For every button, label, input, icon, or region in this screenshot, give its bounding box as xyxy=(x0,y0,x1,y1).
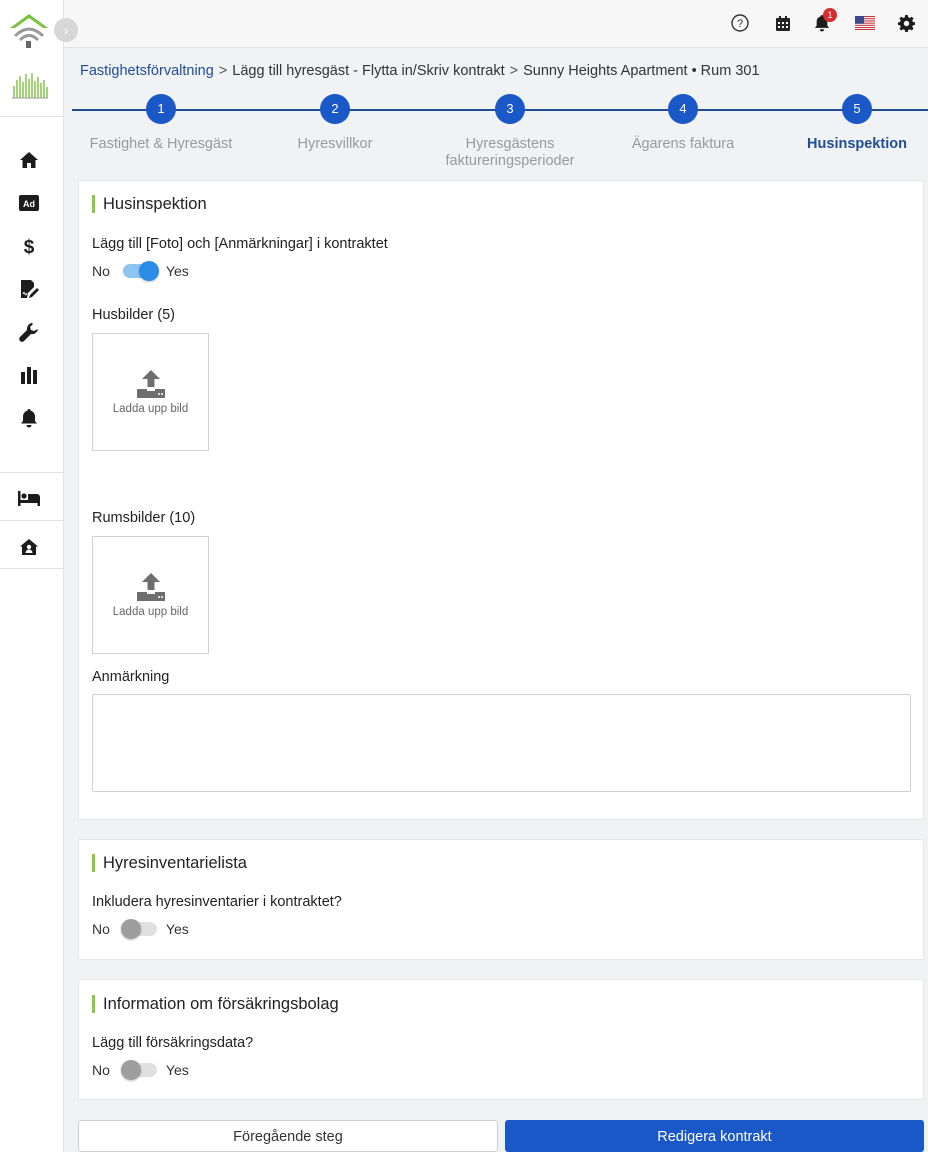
notification-count-badge: 1 xyxy=(823,8,837,22)
toggle-no-label: No xyxy=(92,921,110,937)
inventory-title: Hyresinventarielista xyxy=(92,854,247,872)
toggle-yes-label: Yes xyxy=(165,921,189,937)
toggle-no-label: No xyxy=(92,263,110,279)
step-number[interactable]: 2 xyxy=(320,94,350,124)
insurance-question: Lägg till försäkringsdata? xyxy=(92,1035,254,1051)
breadcrumb-separator: > xyxy=(509,63,519,79)
svg-text:Ad: Ad xyxy=(23,199,35,209)
upload-icon xyxy=(136,370,165,398)
step-3[interactable]: 3 Hyresgästens faktureringsperioder xyxy=(420,94,600,170)
gear-icon[interactable] xyxy=(895,12,917,34)
breadcrumb: Fastighetsförvaltning > Lägg till hyresgäs… xyxy=(80,63,760,79)
step-number[interactable]: 1 xyxy=(146,94,176,124)
sidebar-divider xyxy=(0,520,64,521)
step-1[interactable]: 1 Fastighet & Hyresgäst xyxy=(71,94,251,153)
toggle-no-label: No xyxy=(92,1062,110,1078)
breadcrumb-location: Sunny Heights Apartment • Rum 301 xyxy=(523,63,760,79)
top-bar: ? 1 xyxy=(64,0,928,48)
sidebar-divider xyxy=(0,116,64,117)
step-5[interactable]: 5 Husinspektion xyxy=(767,94,928,153)
toggle-yes-label: Yes xyxy=(165,1062,189,1078)
sidebar: › Ad $ xyxy=(0,0,78,1152)
inventory-toggle-row: No Yes xyxy=(92,919,189,939)
previous-step-button[interactable]: Föregående steg xyxy=(78,1120,498,1152)
inspection-toggle[interactable] xyxy=(122,261,159,281)
inventory-toggle[interactable] xyxy=(120,919,157,939)
upload-text: Ladda upp bild xyxy=(112,606,189,618)
breadcrumb-separator: > xyxy=(218,63,228,79)
contract-sign-icon[interactable] xyxy=(17,277,41,301)
insurance-card: Information om försäkringsbolag Lägg til… xyxy=(78,979,924,1100)
breadcrumb-root-link[interactable]: Fastighetsförvaltning xyxy=(80,63,214,79)
inspection-question: Lägg till [Foto] och [Anmärkningar] i ko… xyxy=(92,236,388,252)
wrench-icon[interactable] xyxy=(17,320,41,344)
step-number[interactable]: 3 xyxy=(495,94,525,124)
step-label: Hyresgästens faktureringsperioder xyxy=(445,136,575,169)
brand-logo xyxy=(10,68,50,104)
svg-text:$: $ xyxy=(24,237,35,256)
step-label: Ägarens faktura xyxy=(631,136,735,152)
notification-bell-button[interactable]: 1 xyxy=(811,8,837,34)
inspection-title: Husinspektion xyxy=(92,195,207,213)
upload-text: Ladda upp bild xyxy=(112,403,189,415)
edit-contract-button[interactable]: Redigera kontrakt xyxy=(505,1120,924,1152)
help-circle-icon[interactable]: ? xyxy=(729,12,751,34)
house-images-label: Husbilder (5) xyxy=(92,307,175,323)
toggle-yes-label: Yes xyxy=(165,263,189,279)
step-label: Hyresvillkor xyxy=(297,136,373,152)
dollar-icon[interactable]: $ xyxy=(17,234,41,258)
remark-textarea[interactable] xyxy=(92,694,911,792)
inventory-question: Inkludera hyresinventarier i kontraktet? xyxy=(92,894,342,910)
step-label-active: Husinspektion xyxy=(807,136,907,152)
calendar-icon[interactable] xyxy=(772,12,794,34)
toggle-knob xyxy=(120,1060,141,1080)
inspection-toggle-row: No Yes xyxy=(92,261,189,281)
inspection-card: Husinspektion Lägg till [Foto] och [Anmä… xyxy=(78,180,924,820)
room-images-label: Rumsbilder (10) xyxy=(92,510,196,526)
house-image-upload[interactable]: Ladda upp bild xyxy=(92,333,209,451)
step-2[interactable]: 2 Hyresvillkor xyxy=(245,94,425,153)
ad-icon[interactable]: Ad xyxy=(17,191,41,215)
house-user-icon[interactable] xyxy=(17,535,41,559)
insurance-toggle-row: No Yes xyxy=(92,1060,189,1080)
home-icon[interactable] xyxy=(17,148,41,172)
inventory-card: Hyresinventarielista Inkludera hyresinve… xyxy=(78,839,924,960)
sidebar-divider xyxy=(0,472,64,473)
insurance-toggle[interactable] xyxy=(120,1060,157,1080)
bed-icon[interactable] xyxy=(17,486,41,510)
toggle-knob xyxy=(120,919,141,939)
svg-text:?: ? xyxy=(737,18,743,30)
upload-icon xyxy=(136,573,165,601)
bell-icon[interactable] xyxy=(17,406,41,430)
toggle-knob xyxy=(138,261,159,281)
remark-label: Anmärkning xyxy=(92,669,170,685)
step-number[interactable]: 4 xyxy=(668,94,698,124)
app-logo[interactable] xyxy=(8,10,50,50)
insurance-title: Information om försäkringsbolag xyxy=(92,995,339,1013)
step-label: Fastighet & Hyresgäst xyxy=(89,136,233,152)
step-4[interactable]: 4 Ägarens faktura xyxy=(593,94,773,153)
step-number[interactable]: 5 xyxy=(842,94,872,124)
sidebar-divider xyxy=(0,568,64,569)
breadcrumb-step: Lägg till hyresgäst - Flytta in/Skriv ko… xyxy=(232,63,505,79)
us-flag-icon[interactable] xyxy=(854,12,876,34)
bar-chart-icon[interactable] xyxy=(17,363,41,387)
room-image-upload[interactable]: Ladda upp bild xyxy=(92,536,209,654)
sidebar-collapse-button[interactable]: › xyxy=(54,18,78,42)
